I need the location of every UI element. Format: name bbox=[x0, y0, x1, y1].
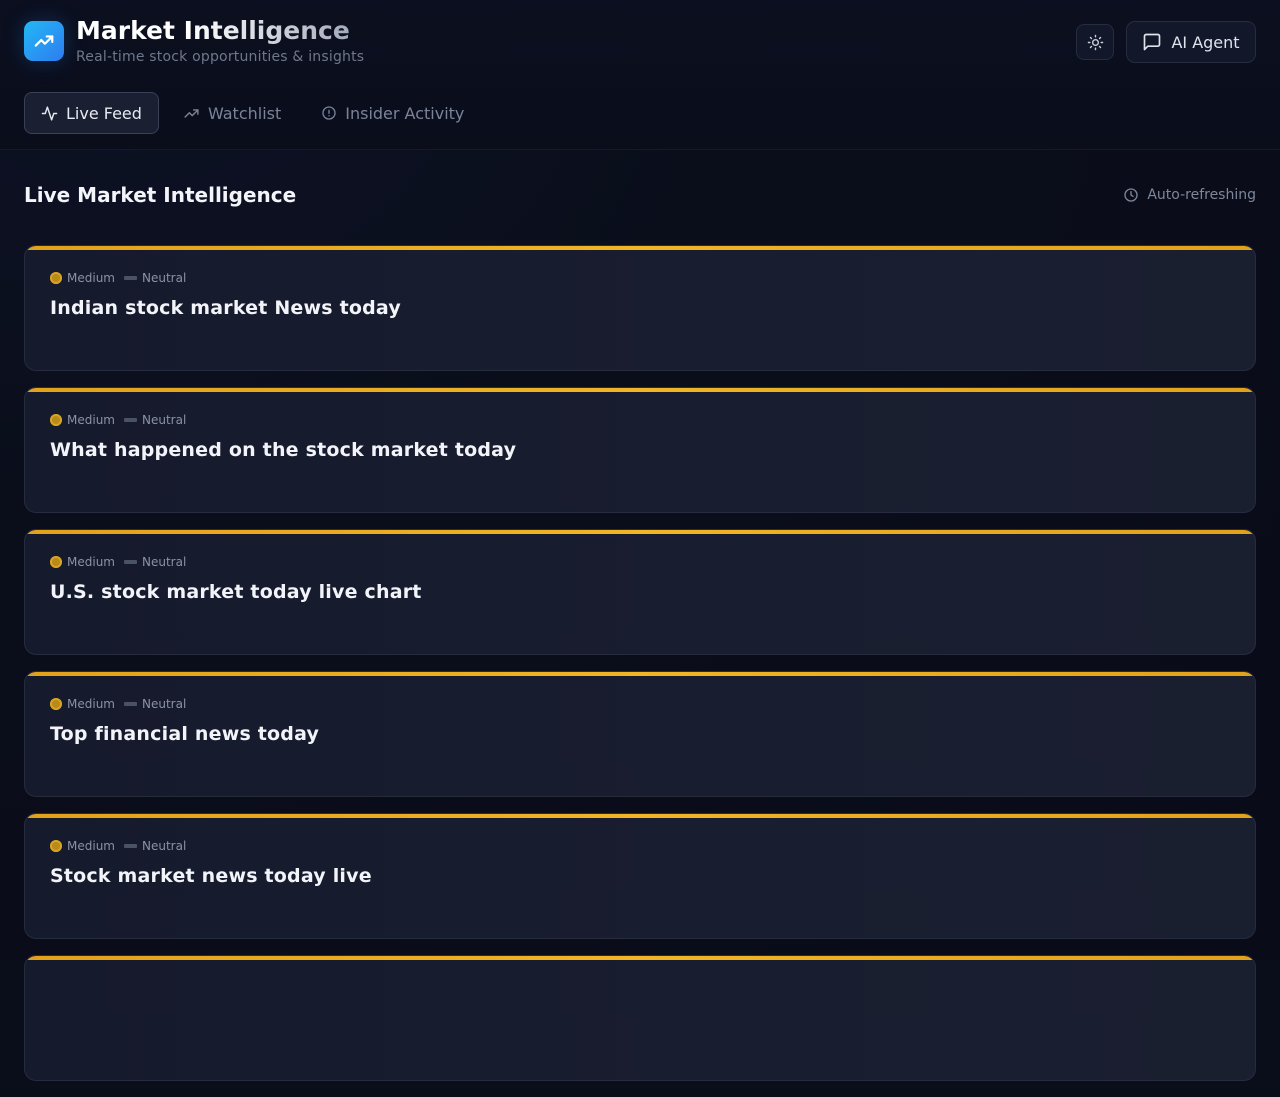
neutral-dash-icon bbox=[123, 276, 137, 280]
trending-up-logo-icon bbox=[24, 21, 64, 61]
priority-dot-icon bbox=[50, 414, 62, 426]
news-card-title: Top financial news today bbox=[50, 723, 320, 745]
neutral-dash-icon bbox=[123, 418, 137, 422]
news-feed: Medium Neutral Indian stock market News … bbox=[24, 245, 1256, 1097]
news-card[interactable]: Medium Neutral Top financial news today bbox=[24, 671, 1256, 797]
message-square-icon bbox=[1144, 33, 1161, 51]
app-title: Market Intelligence bbox=[76, 17, 364, 45]
news-card-title: Stock market news today live bbox=[50, 865, 372, 887]
priority-dot-icon bbox=[50, 698, 62, 710]
news-card-title: What happened on the stock market today bbox=[50, 439, 517, 461]
news-card-title: U.S. stock market today live chart bbox=[50, 581, 422, 603]
tab-label: Watchlist bbox=[207, 103, 282, 123]
news-card[interactable]: Medium Neutral U.S. stock market today l… bbox=[24, 529, 1256, 655]
tab-insider-activity[interactable]: Insider Activity bbox=[305, 92, 480, 134]
priority-dot-icon bbox=[50, 556, 62, 568]
priority-badge: Medium bbox=[50, 555, 115, 569]
section-header: Live Market Intelligence Auto-refreshing bbox=[24, 183, 1256, 207]
news-card-title: Indian stock market News today bbox=[50, 297, 401, 319]
neutral-dash-icon bbox=[123, 844, 137, 848]
sentiment-badge: Neutral bbox=[123, 839, 186, 853]
ai-agent-label: AI Agent bbox=[1171, 32, 1240, 52]
news-card[interactable]: Medium Neutral Indian stock market News … bbox=[24, 245, 1256, 371]
section-title: Live Market Intelligence bbox=[24, 183, 297, 207]
news-card[interactable]: Medium Neutral Stock market news today l… bbox=[24, 813, 1256, 939]
trending-up-icon bbox=[184, 108, 199, 118]
priority-badge: Medium bbox=[50, 271, 115, 285]
tab-label: Live Feed bbox=[66, 103, 142, 123]
priority-dot-icon bbox=[50, 840, 62, 852]
priority-dot-icon bbox=[50, 272, 62, 284]
priority-badge: Medium bbox=[50, 839, 115, 853]
refresh-status: Auto-refreshing bbox=[1123, 187, 1256, 203]
priority-badge: Medium bbox=[50, 413, 115, 427]
tab-live-feed[interactable]: Live Feed bbox=[24, 92, 159, 134]
app-subtitle: Real-time stock opportunities & insights bbox=[76, 49, 365, 65]
sun-icon bbox=[1087, 34, 1103, 50]
refresh-status-label: Auto-refreshing bbox=[1147, 187, 1256, 203]
theme-toggle-button[interactable] bbox=[1076, 24, 1114, 60]
sentiment-badge: Neutral bbox=[123, 271, 186, 285]
clock-icon bbox=[1124, 188, 1138, 202]
sentiment-badge: Neutral bbox=[123, 555, 186, 569]
app-header: Market Intelligence Real-time stock oppo… bbox=[0, 0, 1280, 150]
neutral-dash-icon bbox=[123, 702, 137, 706]
tab-label: Insider Activity bbox=[345, 103, 465, 123]
news-card[interactable] bbox=[24, 955, 1256, 1081]
neutral-dash-icon bbox=[123, 560, 137, 564]
tab-watchlist[interactable]: Watchlist bbox=[167, 92, 297, 134]
ai-agent-button[interactable]: AI Agent bbox=[1126, 21, 1256, 63]
brand: Market Intelligence Real-time stock oppo… bbox=[24, 17, 364, 65]
alert-circle-icon bbox=[322, 106, 336, 120]
priority-badge: Medium bbox=[50, 697, 115, 711]
nav-tabs: Live Feed Watchlist Insider Activity bbox=[24, 92, 480, 134]
news-card[interactable]: Medium Neutral What happened on the stoc… bbox=[24, 387, 1256, 513]
sentiment-badge: Neutral bbox=[123, 697, 186, 711]
activity-icon bbox=[41, 105, 58, 121]
sentiment-badge: Neutral bbox=[123, 413, 186, 427]
